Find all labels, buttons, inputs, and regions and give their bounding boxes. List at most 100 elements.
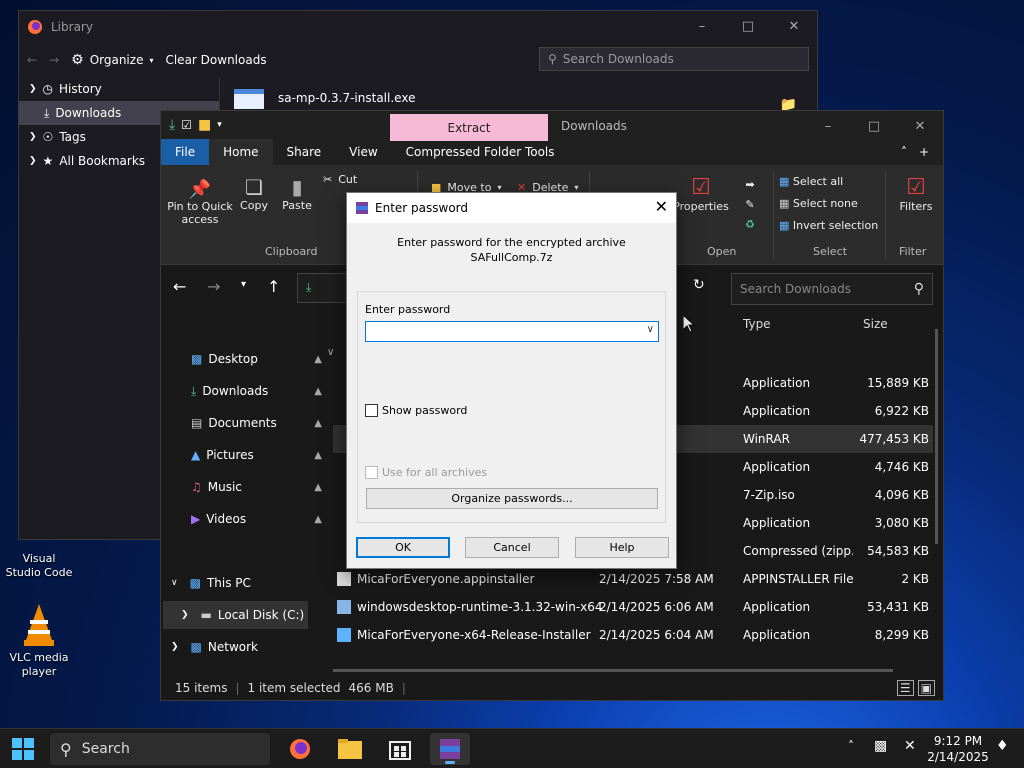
file-size: 15,889 KB <box>867 376 929 390</box>
taskbar-firefox[interactable] <box>280 733 320 765</box>
file-type: Compressed (zipp... <box>743 544 853 558</box>
select-all-button[interactable]: ▦ Select all <box>779 171 878 193</box>
file-size: 54,583 KB <box>867 544 929 558</box>
folder-icon[interactable]: ■ <box>198 117 211 133</box>
volume-muted-icon[interactable]: ✕ <box>904 738 916 754</box>
cut-button[interactable]: ✂ Cut <box>323 173 357 186</box>
up-icon[interactable]: ↑ <box>267 277 280 296</box>
chevron-down-icon[interactable]: ▾ <box>241 279 246 290</box>
desktop-icon-vscode[interactable]: Visual Studio Code <box>4 552 74 580</box>
organize-passwords-button[interactable]: Organize passwords... <box>366 488 658 509</box>
forward-icon[interactable]: → <box>49 53 59 67</box>
nav-item-local-disk[interactable]: ❯ ▬ Local Disk (C:) <box>163 601 308 629</box>
maximize-icon[interactable]: □ <box>725 11 771 41</box>
tab-home[interactable]: Home <box>209 139 273 165</box>
download-file-name: sa-mp-0.3.7-install.exe <box>278 91 416 105</box>
firefox-icon <box>28 20 42 34</box>
start-button[interactable] <box>12 738 34 763</box>
tab-share[interactable]: Share <box>273 139 336 165</box>
cancel-button[interactable]: Cancel <box>465 537 559 558</box>
folder-icon <box>338 739 362 759</box>
history-icon[interactable]: ♻ <box>735 215 765 235</box>
help-button[interactable]: Help <box>575 537 669 558</box>
dialog-title: Enter password <box>375 201 468 215</box>
nav-item-downloads[interactable]: ⤓ Downloads ▲ <box>191 377 336 405</box>
table-row[interactable]: MicaForEveryone-x64-Release-Installer 2/1… <box>333 621 933 649</box>
close-icon[interactable]: ✕ <box>771 11 817 41</box>
nav-item-desktop[interactable]: ▩ Desktop ▲ <box>191 345 336 373</box>
minimize-icon[interactable]: – <box>679 11 725 41</box>
download-icon[interactable]: ⤓ <box>169 117 175 133</box>
back-icon[interactable]: ← <box>173 277 186 296</box>
clock[interactable]: 9:12 PM 2/14/2025 <box>926 733 990 765</box>
file-size: 8,299 KB <box>874 628 929 642</box>
taskbar-file-explorer[interactable] <box>330 733 370 765</box>
status-bar: 15 items | 1 item selected 466 MB | ☰ ▣ <box>161 676 943 700</box>
tiles-view-icon[interactable]: ▣ <box>917 680 935 696</box>
select-none-button[interactable]: ▦ Select none <box>779 193 878 215</box>
explorer-search-input[interactable]: Search Downloads ⚲ <box>731 273 933 305</box>
column-header-type[interactable]: Type <box>743 317 771 331</box>
desktop-icon-vlc[interactable]: VLC media player <box>4 602 74 679</box>
notification-bell-icon[interactable]: ♦ <box>996 738 1009 754</box>
library-search-input[interactable]: ⚲ Search Downloads <box>539 47 809 71</box>
network-icon[interactable]: ▩ <box>874 738 887 754</box>
nav-item-documents[interactable]: ▤ Documents ▲ <box>191 409 336 437</box>
chevron-down-icon[interactable]: ▾ <box>217 120 222 130</box>
select-none-label: Select none <box>792 197 858 210</box>
close-icon[interactable]: ✕ <box>655 197 668 216</box>
taskbar-app[interactable] <box>380 733 420 765</box>
properties-icon[interactable]: ☑ <box>181 118 192 132</box>
nav-label: Downloads <box>202 384 269 398</box>
vertical-scrollbar[interactable] <box>935 329 938 544</box>
chevron-down-icon[interactable]: ∨ <box>647 324 654 335</box>
library-item-history[interactable]: ❯ ◷ History <box>19 77 219 101</box>
chevron-right-icon: ❯ <box>171 642 179 652</box>
forward-icon[interactable]: → <box>207 277 220 296</box>
maximize-icon[interactable]: □ <box>851 111 897 141</box>
tab-file[interactable]: File <box>161 139 210 165</box>
pin-to-quick-access-button[interactable]: 📌 Pin to Quick access <box>165 179 235 226</box>
minimize-icon[interactable]: – <box>805 111 851 141</box>
back-icon[interactable]: ← <box>27 53 37 67</box>
nav-item-this-pc[interactable]: ∨ ▩ This PC <box>171 569 316 597</box>
invert-selection-button[interactable]: ▦ Invert selection <box>779 215 878 237</box>
nav-item-music[interactable]: ♫ Music ▲ <box>191 473 336 501</box>
file-date: 2/14/2025 6:04 AM <box>599 628 714 642</box>
chevron-up-icon[interactable]: ˄ <box>901 145 907 159</box>
close-icon[interactable]: ✕ <box>897 111 943 141</box>
download-item[interactable]: sa-mp-0.3.7-install.exe <box>234 87 415 109</box>
copy-button[interactable]: ❏ Copy <box>237 175 271 212</box>
ok-button[interactable]: OK <box>356 537 450 558</box>
properties-button[interactable]: ☑ Properties <box>671 175 731 213</box>
tab-extract[interactable]: Extract <box>390 114 548 141</box>
tab-view[interactable]: View <box>335 139 391 165</box>
paste-button[interactable]: ▮ Paste <box>277 175 317 212</box>
refresh-icon[interactable]: ↻ <box>693 277 705 293</box>
chevron-up-icon[interactable]: ˄ <box>848 739 854 753</box>
edit-icon[interactable]: ✎ <box>735 195 765 215</box>
taskbar-winrar[interactable] <box>430 733 470 765</box>
details-view-icon[interactable]: ☰ <box>896 680 914 696</box>
file-date: 2/14/2025 7:58 AM <box>599 572 714 586</box>
filters-button[interactable]: ☑ Filters <box>891 175 941 213</box>
open-icon[interactable]: ➡ <box>735 175 765 195</box>
table-row[interactable]: MicaForEveryone.appinstaller 2/14/2025 7:… <box>333 565 933 593</box>
desktop-icon-label: Visual Studio Code <box>5 552 73 579</box>
use-for-all-archives-checkbox[interactable]: Use for all archives <box>365 466 487 479</box>
password-input[interactable]: ∨ <box>365 321 659 342</box>
nav-item-network[interactable]: ❯ ▩ Network <box>171 633 316 661</box>
nav-item-pictures[interactable]: ▲ Pictures ▲ <box>191 441 336 469</box>
file-name: MicaForEveryone.appinstaller <box>357 572 535 586</box>
organize-button[interactable]: ⚙ Organize ▾ <box>71 52 153 68</box>
tab-compressed-folder-tools[interactable]: Compressed Folder Tools <box>392 139 569 165</box>
nav-item-videos[interactable]: ▶ Videos ▲ <box>191 505 336 533</box>
picture-icon: ▲ <box>191 448 201 462</box>
clear-downloads-button[interactable]: Clear Downloads <box>165 53 266 67</box>
column-header-size[interactable]: Size <box>863 317 888 331</box>
horizontal-scrollbar[interactable] <box>333 669 893 672</box>
help-icon[interactable]: + <box>919 145 929 159</box>
show-password-checkbox[interactable]: Show password <box>365 404 467 417</box>
table-row[interactable]: windowsdesktop-runtime-3.1.32-win-x64 2/1… <box>333 593 933 621</box>
taskbar-search[interactable]: ⚲ Search <box>50 733 270 765</box>
